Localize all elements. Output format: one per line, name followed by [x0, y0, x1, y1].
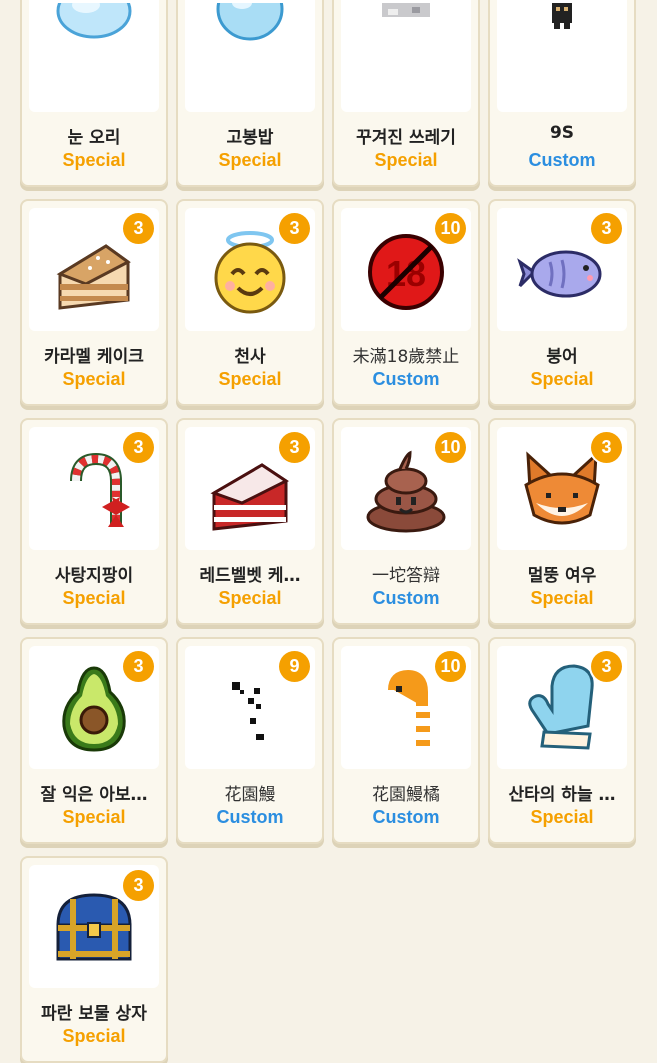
snow-duck-icon — [29, 0, 159, 112]
crumpled-trash-icon — [341, 0, 471, 112]
sticker-name: 카라멜 케이크 — [44, 347, 144, 367]
sticker-card[interactable]: 꾸겨진 쓰레기 Special — [332, 0, 480, 187]
sticker-name: 멀뚱 여우 — [527, 566, 597, 586]
sticker-card[interactable]: 10 一坨答辯 Custom — [332, 418, 480, 625]
sticker-name: 붕어 — [546, 347, 578, 367]
sticker-card[interactable]: 9S Custom — [488, 0, 636, 187]
count-badge: 3 — [123, 432, 154, 463]
sticker-kind: Custom — [372, 369, 440, 389]
sticker-name: 꾸겨진 쓰레기 — [356, 128, 456, 148]
sticker-kind: Special — [374, 150, 438, 170]
sticker-name: 고봉밥 — [226, 128, 274, 148]
sticker-card[interactable]: 고봉밥 Special — [176, 0, 324, 187]
sticker-name: 花園鰻 — [224, 785, 276, 805]
count-badge: 3 — [591, 651, 622, 682]
sticker-card[interactable]: 3 카라멜 케이크 Special — [20, 199, 168, 406]
count-badge: 10 — [435, 651, 466, 682]
count-badge: 9 — [279, 651, 310, 682]
count-badge: 3 — [279, 213, 310, 244]
sticker-card[interactable]: 18 10 未滿18歲禁止 Custom — [332, 199, 480, 406]
character-9s-icon — [497, 0, 627, 112]
count-badge: 3 — [591, 213, 622, 244]
sticker-name: 사탕지팡이 — [54, 566, 134, 586]
sticker-card[interactable]: 3 잘 익은 아보… Special — [20, 637, 168, 844]
sticker-card[interactable]: 9 花園鰻 Custom — [176, 637, 324, 844]
sticker-kind: Special — [62, 807, 126, 827]
sticker-card[interactable]: 3 천사 Special — [176, 199, 324, 406]
rice-bowl-icon — [185, 0, 315, 112]
sticker-name: 잘 익은 아보… — [40, 785, 148, 805]
sticker-card[interactable]: 눈 오리 Special — [20, 0, 168, 187]
count-badge: 3 — [279, 432, 310, 463]
sticker-kind: Special — [62, 588, 126, 608]
sticker-name: 9S — [549, 123, 575, 143]
count-badge: 3 — [591, 432, 622, 463]
sticker-kind: Special — [530, 369, 594, 389]
sticker-kind: Custom — [528, 150, 596, 170]
count-badge: 3 — [123, 870, 154, 901]
sticker-name: 未滿18歲禁止 — [352, 347, 460, 367]
sticker-kind: Special — [62, 150, 126, 170]
sticker-card[interactable]: 10 花園鰻橘 Custom — [332, 637, 480, 844]
sticker-name: 눈 오리 — [67, 128, 121, 148]
sticker-card[interactable]: 3 레드벨벳 케… Special — [176, 418, 324, 625]
sticker-card[interactable]: 3 사탕지팡이 Special — [20, 418, 168, 625]
count-badge: 3 — [123, 651, 154, 682]
sticker-name: 산타의 하늘 … — [508, 785, 616, 805]
sticker-card[interactable]: 3 파란 보물 상자 Special — [20, 856, 168, 1063]
sticker-card[interactable]: 3 산타의 하늘 … Special — [488, 637, 636, 844]
count-badge: 10 — [435, 432, 466, 463]
sticker-kind: Custom — [372, 588, 440, 608]
count-badge: 3 — [123, 213, 154, 244]
sticker-card[interactable]: 3 멀뚱 여우 Special — [488, 418, 636, 625]
sticker-kind: Custom — [216, 807, 284, 827]
sticker-name: 一坨答辯 — [372, 566, 440, 586]
sticker-card[interactable]: 3 붕어 Special — [488, 199, 636, 406]
sticker-kind: Special — [530, 807, 594, 827]
sticker-name: 천사 — [234, 347, 266, 367]
sticker-grid: 눈 오리 Special 고봉밥 Special 꾸겨진 쓰레기 Special… — [20, 0, 636, 1063]
sticker-name: 파란 보물 상자 — [41, 1004, 147, 1024]
sticker-kind: Special — [218, 588, 282, 608]
sticker-name: 花園鰻橘 — [372, 785, 440, 805]
sticker-name: 레드벨벳 케… — [199, 566, 301, 586]
sticker-kind: Special — [218, 150, 282, 170]
count-badge: 10 — [435, 213, 466, 244]
sticker-kind: Special — [62, 1026, 126, 1046]
sticker-kind: Special — [218, 369, 282, 389]
sticker-kind: Custom — [372, 807, 440, 827]
sticker-kind: Special — [530, 588, 594, 608]
sticker-kind: Special — [62, 369, 126, 389]
